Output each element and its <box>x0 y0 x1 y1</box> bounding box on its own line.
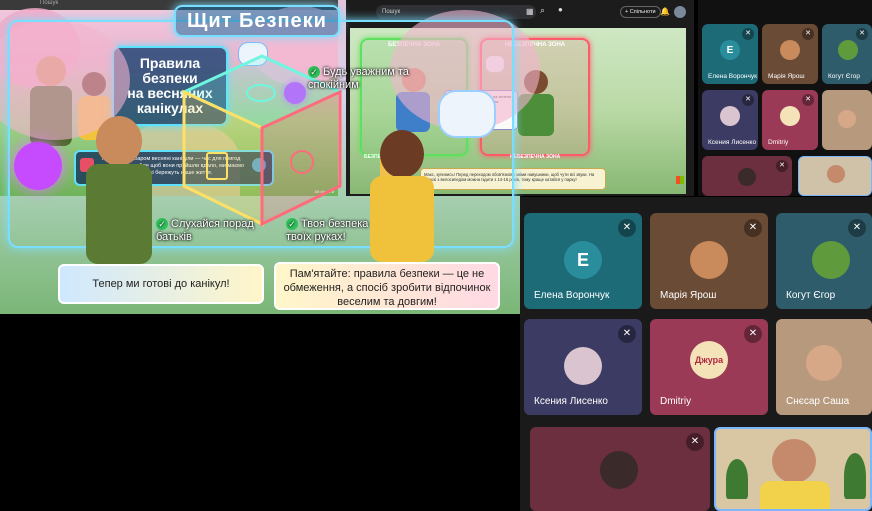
participants-grid-top: E ✕ Елена Ворончук ✕ Марія Ярош ✕ Когут … <box>698 0 872 196</box>
avatar-initial: E <box>720 40 740 60</box>
participant-name: Елена Ворончук <box>708 73 758 80</box>
avatar <box>780 40 800 60</box>
video-person <box>827 165 845 183</box>
plant <box>844 453 866 499</box>
mic-off-icon: ✕ <box>856 28 868 40</box>
check-icon: ✓ <box>308 66 320 79</box>
avatar <box>564 347 602 385</box>
bubble-left-text: Тепер ми готові до канікул! <box>92 278 230 290</box>
participant-tile[interactable]: ✕ Когут Єгор <box>776 213 872 309</box>
mic-off-icon: ✕ <box>618 325 636 343</box>
video-person <box>838 110 856 128</box>
main-slide-shield: Щит Безпеки ✓ Будь уважним та спокійним ✓… <box>0 0 540 314</box>
avatar-initial: E <box>564 241 602 279</box>
label-parents-text: Слухайся порад батьків <box>156 218 254 243</box>
mic-off-icon: ✕ <box>744 219 762 237</box>
participant-name: Елена Ворончук <box>534 290 610 301</box>
join-community-button[interactable]: + Спільноти <box>620 6 661 18</box>
avatar <box>780 106 800 126</box>
participant-tile[interactable]: Джура ✕ Dmitriy <box>650 319 768 415</box>
participant-tile[interactable]: ✕ Марія Ярош <box>650 213 768 309</box>
mic-off-icon: ✕ <box>686 433 704 451</box>
bell-icon[interactable]: 🔔 <box>660 7 670 16</box>
mic-off-icon: ✕ <box>848 219 866 237</box>
plant <box>726 459 748 499</box>
participant-tile[interactable]: E ✕ Елена Ворончук <box>702 24 758 84</box>
search-label: Пошук <box>40 0 59 6</box>
mic-off-icon: ✕ <box>618 219 636 237</box>
avatar <box>812 241 850 279</box>
participant-tile[interactable]: ✕ Когут Єгор <box>822 24 872 84</box>
video-person <box>806 345 842 381</box>
participant-tile[interactable]: E ✕ Елена Ворончук <box>524 213 642 309</box>
mic-off-icon: ✕ <box>776 160 788 172</box>
participant-name: Снєсар Саша <box>786 396 850 407</box>
mic-off-icon: ✕ <box>802 28 814 40</box>
label-parents: ✓ Слухайся порад батьків <box>156 218 256 244</box>
purple-monster-icon <box>14 142 62 190</box>
speech-bubble-right: Пам'ятайте: правила безпеки — це не обме… <box>274 262 500 310</box>
participant-tile-video[interactable] <box>822 90 872 150</box>
participant-name: Ксения Лисенко <box>708 139 757 146</box>
participant-name: Dmitriy <box>660 396 692 407</box>
participant-tile[interactable]: ✕ <box>530 427 710 511</box>
label-attentive-text: Будь уважним та спокійним <box>308 66 409 91</box>
boy-body <box>86 164 152 264</box>
participant-name: Когут Єгор <box>828 73 860 80</box>
avatar <box>600 451 638 489</box>
participant-tile-video[interactable]: Снєсар Саша <box>776 319 872 415</box>
mic-off-icon: ✕ <box>744 325 762 343</box>
windows-logo-icon <box>676 176 684 184</box>
mic-icon[interactable]: ● <box>558 5 563 14</box>
badge-text: Джура <box>694 355 724 365</box>
avatar <box>838 40 858 60</box>
danger-zone-bottom-label: НЕБЕЗПЕЧНА ЗОНА <box>510 154 561 160</box>
participant-name: Марія Ярош <box>660 290 717 301</box>
participant-tile[interactable]: ✕ Ксения Лисенко <box>702 90 758 150</box>
speech-bubble-left: Тепер ми готові до канікул! <box>58 264 264 304</box>
battery-icon <box>206 152 228 180</box>
participant-name: Марія Ярош <box>768 73 805 80</box>
participant-name: Dmitriy <box>768 139 789 146</box>
mic-off-icon: ✕ <box>802 94 814 106</box>
check-icon: ✓ <box>156 218 168 231</box>
phone-icon <box>290 150 314 174</box>
avatar <box>690 241 728 279</box>
girl-body <box>370 176 434 262</box>
page-title: Щит Безпеки <box>174 5 340 37</box>
bubble-right-text: Пам'ятайте: правила безпеки — це не обме… <box>283 268 491 308</box>
mic-off-icon: ✕ <box>742 28 754 40</box>
participant-name: Ксения Лисенко <box>534 396 608 407</box>
avatar-badge: Джура <box>690 341 728 379</box>
eye-icon <box>246 84 276 102</box>
avatar <box>720 106 740 126</box>
participant-tile-video-active[interactable] <box>714 427 872 511</box>
robot-icon <box>438 90 496 138</box>
label-attentive: ✓ Будь уважним та спокійним <box>308 66 418 92</box>
search-placeholder: Пошук <box>382 9 401 15</box>
check-icon: ✓ <box>286 218 298 231</box>
video-person-body <box>760 481 830 509</box>
girl-head <box>380 130 424 178</box>
participant-name: Когут Єгор <box>786 290 836 301</box>
participant-tile[interactable]: ✕ Dmitriy <box>762 90 818 150</box>
boy-head <box>96 116 142 166</box>
participant-tile[interactable]: ✕ Ксения Лисенко <box>524 319 642 415</box>
avatar <box>738 168 756 186</box>
search-icon[interactable]: ⌕ <box>540 5 545 16</box>
participant-tile[interactable]: ✕ Марія Ярош <box>762 24 818 84</box>
mic-off-icon: ✕ <box>742 94 754 106</box>
video-person <box>772 439 816 483</box>
participant-tile-video[interactable] <box>798 156 872 196</box>
keyboard-icon[interactable]: ▦ <box>526 7 534 16</box>
participant-tile[interactable]: ✕ <box>702 156 792 196</box>
participants-grid: E ✕ Елена Ворончук ✕ Марія Ярош ✕ Когут … <box>520 197 872 511</box>
avatar[interactable] <box>674 6 686 18</box>
